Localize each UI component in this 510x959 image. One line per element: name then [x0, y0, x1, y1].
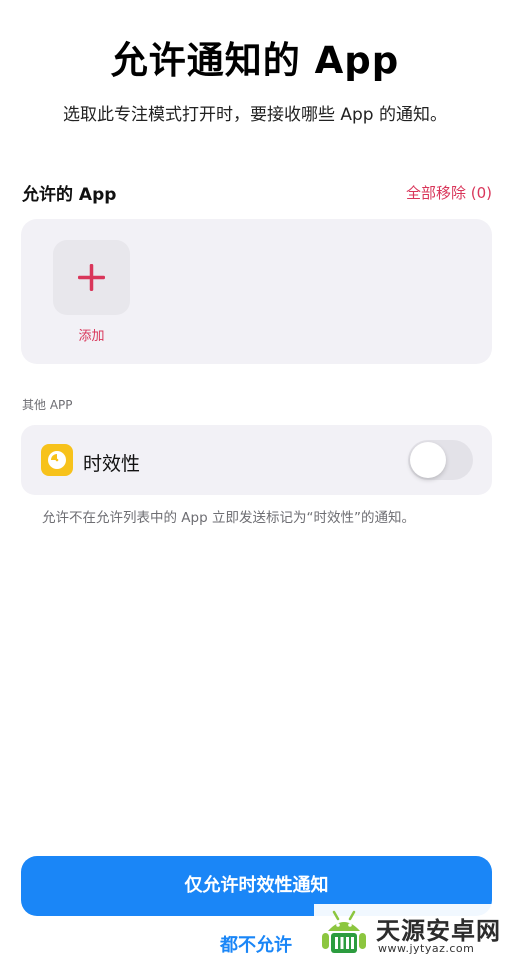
add-app-label: 添加: [78, 329, 105, 344]
other-apps-label: 其他 APP: [22, 398, 73, 412]
clock-icon: [48, 451, 66, 469]
page-title: 允许通知的 App: [110, 39, 400, 82]
allowed-apps-card: 添加: [21, 219, 492, 364]
remove-all-button[interactable]: 全部移除 (0): [406, 182, 492, 203]
page-subtitle: 选取此专注模式打开时，要接收哪些 App 的通知。: [62, 105, 448, 125]
time-sensitive-footnote: 允许不在允许列表中的 App 立即发送标记为“时效性”的通知。: [42, 510, 415, 526]
allowed-apps-title: 允许的 App: [22, 185, 117, 205]
android-logo-icon: [322, 910, 366, 953]
time-sensitive-label: 时效性: [83, 453, 141, 475]
add-app-button[interactable]: [53, 240, 130, 315]
toggle-knob: [410, 442, 446, 478]
allowed-apps-header: 允许的 App 全部移除 (0): [22, 180, 492, 206]
watermark-url: www.jytyaz.com: [378, 942, 475, 955]
watermark: 天源安卓网 www.jytyaz.com: [314, 904, 510, 959]
plus-icon: [78, 264, 105, 291]
clock-app-icon: [41, 444, 73, 476]
allow-none-button[interactable]: 都不允许: [200, 931, 312, 957]
time-sensitive-toggle[interactable]: [408, 440, 473, 480]
watermark-name: 天源安卓网: [376, 917, 501, 945]
time-sensitive-row: 时效性: [21, 425, 492, 495]
